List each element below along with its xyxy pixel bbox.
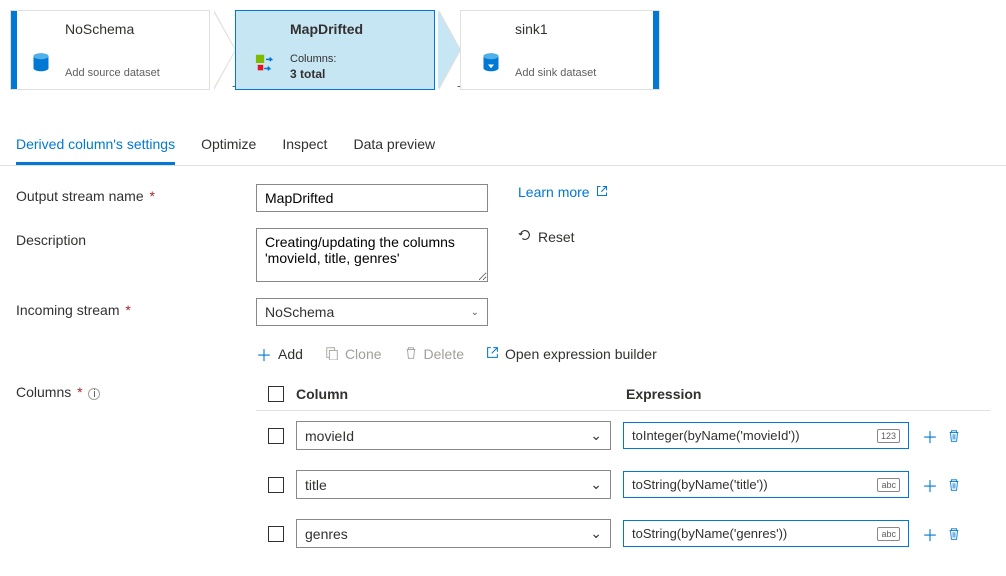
add-row-button[interactable]: ＋ [919, 474, 941, 496]
type-badge: abc [877, 527, 900, 541]
select-all-checkbox[interactable] [268, 386, 284, 402]
info-icon[interactable]: i [88, 388, 100, 400]
external-link-icon [486, 346, 499, 362]
column-header: Column [296, 386, 626, 402]
transform-node[interactable]: MapDrifted Columns: 3 total [235, 10, 435, 90]
chevron-down-icon: ⌄ [471, 307, 479, 318]
table-row: movieId⌄ toInteger(byName('movieId'))123… [256, 411, 990, 460]
delete-column-button[interactable]: Delete [404, 346, 464, 363]
tab-inspect[interactable]: Inspect [282, 128, 327, 165]
delete-row-button[interactable] [943, 425, 965, 447]
source-title: NoSchema [65, 21, 134, 37]
columns-table: Column Expression movieId⌄ toInteger(byN… [256, 380, 990, 558]
tab-settings[interactable]: Derived column's settings [16, 128, 175, 165]
sink-node[interactable]: sink1 Add sink dataset [460, 10, 660, 90]
sink-icon [477, 49, 505, 77]
table-row: genres⌄ toString(byName('genres'))abc ＋ [256, 509, 990, 558]
row-checkbox[interactable] [268, 428, 284, 444]
incoming-stream-label: Incoming stream * [16, 298, 256, 318]
columns-toolbar: ＋Add Clone Delete Open expression builde… [256, 342, 990, 366]
sink-subtitle: Add sink dataset [515, 67, 596, 79]
clone-icon [325, 346, 339, 363]
transform-columns-label: Columns: [290, 53, 336, 65]
table-row: title⌄ toString(byName('title'))abc ＋ [256, 460, 990, 509]
source-node[interactable]: NoSchema Add source dataset [10, 10, 210, 90]
delete-row-button[interactable] [943, 474, 965, 496]
tab-optimize[interactable]: Optimize [201, 128, 256, 165]
add-row-button[interactable]: ＋ [919, 425, 941, 447]
column-name-select[interactable]: genres⌄ [296, 519, 611, 548]
expression-input[interactable]: toString(byName('genres'))abc [623, 520, 909, 547]
sink-title: sink1 [515, 21, 548, 37]
expression-header: Expression [626, 386, 701, 402]
source-subtitle: Add source dataset [65, 67, 160, 79]
output-stream-input[interactable] [256, 184, 488, 212]
delete-icon [404, 346, 418, 363]
flow-canvas: NoSchema Add source dataset + MapDrifted… [0, 0, 1006, 100]
tab-data-preview[interactable]: Data preview [353, 128, 435, 165]
learn-more-link[interactable]: Learn more [518, 184, 608, 200]
add-column-button[interactable]: ＋Add [256, 342, 303, 366]
expression-input[interactable]: toString(byName('title'))abc [623, 471, 909, 498]
output-stream-label: Output stream name * [16, 184, 256, 204]
source-icon [27, 49, 55, 77]
external-link-icon [596, 184, 608, 200]
reset-icon [518, 228, 532, 245]
expression-input[interactable]: toInteger(byName('movieId'))123 [623, 422, 909, 449]
clone-column-button[interactable]: Clone [325, 346, 382, 363]
chevron-down-icon: ⌄ [590, 476, 602, 493]
delete-row-button[interactable] [943, 523, 965, 545]
map-drifted-icon [252, 49, 280, 77]
settings-panel: Output stream name * Learn more Descript… [0, 166, 1006, 576]
type-badge: 123 [877, 429, 900, 443]
description-label: Description [16, 228, 256, 248]
plus-icon: ＋ [256, 342, 272, 366]
row-checkbox[interactable] [268, 477, 284, 493]
tab-bar: Derived column's settings Optimize Inspe… [0, 128, 1006, 166]
column-name-select[interactable]: movieId⌄ [296, 421, 611, 450]
reset-button[interactable]: Reset [518, 228, 575, 245]
transform-columns-value: 3 total [290, 67, 325, 81]
open-expression-builder-button[interactable]: Open expression builder [486, 346, 657, 362]
chevron-down-icon: ⌄ [590, 525, 602, 542]
type-badge: abc [877, 478, 900, 492]
transform-title: MapDrifted [290, 21, 363, 37]
chevron-down-icon: ⌄ [590, 427, 602, 444]
column-name-select[interactable]: title⌄ [296, 470, 611, 499]
description-input[interactable] [256, 228, 488, 282]
incoming-stream-select[interactable]: NoSchema ⌄ [256, 298, 488, 326]
columns-label: Columns * i [16, 380, 256, 400]
add-row-button[interactable]: ＋ [919, 523, 941, 545]
row-checkbox[interactable] [268, 526, 284, 542]
